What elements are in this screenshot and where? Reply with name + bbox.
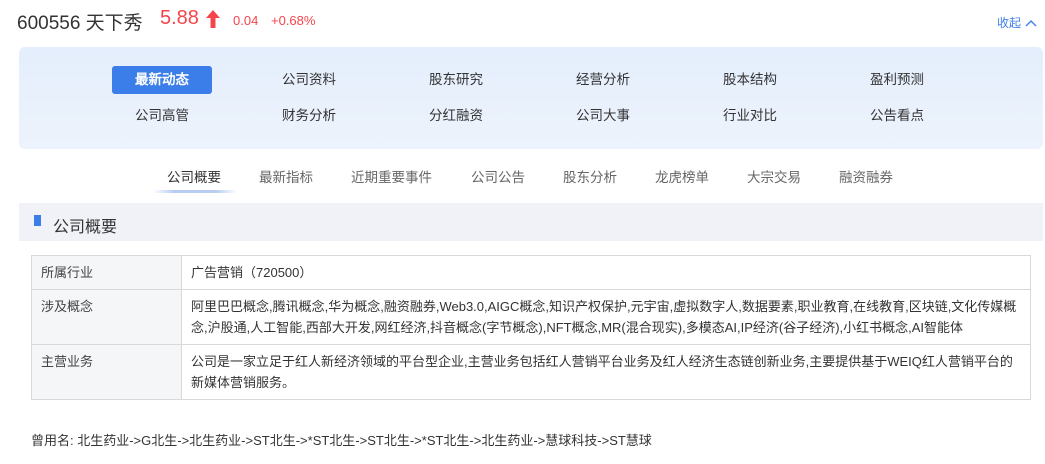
row-value: 公司是一家立足于红人新经济领域的平台型企业,主营业务包括红人营销平台业务及红人经… (181, 344, 1031, 400)
nav-item-executives[interactable]: 公司高管 (112, 102, 212, 130)
sub-tab-bar: 公司概要 最新指标 近期重要事件 公司公告 股东分析 龙虎榜单 大宗交易 融资融… (0, 160, 1045, 194)
stock-header: 600556 天下秀 5.88 0.04 +0.68% 收起 (0, 0, 1045, 42)
module-nav-panel: 最新动态 公司资料 股东研究 经营分析 股本结构 盈利预测 公司高管 财务分析 … (19, 47, 1043, 149)
section-header: 公司概要 (19, 203, 1043, 241)
tab-block-trades[interactable]: 大宗交易 (747, 166, 801, 186)
chevron-up-icon (1025, 19, 1037, 26)
nav-item-latest[interactable]: 最新动态 (112, 66, 212, 94)
tab-company-announcements[interactable]: 公司公告 (471, 166, 525, 186)
nav-item-operation-analysis[interactable]: 经营分析 (553, 66, 653, 94)
nav-item-announcement-highlights[interactable]: 公告看点 (847, 102, 947, 130)
section-marker-icon (34, 215, 41, 226)
nav-item-share-structure[interactable]: 股本结构 (700, 66, 800, 94)
company-overview-section: 公司概要 所属行业 广告营销（720500） 涉及概念 阿里巴巴概念,腾讯概念,… (19, 203, 1043, 464)
collapse-button[interactable]: 收起 (997, 14, 1037, 31)
nav-item-industry-comparison[interactable]: 行业对比 (700, 102, 800, 130)
table-row: 主营业务 公司是一家立足于红人新经济领域的平台型企业,主营业务包括红人营销平台业… (31, 344, 1031, 400)
row-value: 广告营销（720500） (181, 255, 1031, 290)
stock-change: 0.04 (233, 13, 259, 28)
tab-margin-trading[interactable]: 融资融券 (839, 166, 893, 186)
tab-latest-indicators[interactable]: 最新指标 (259, 166, 313, 186)
row-label: 主营业务 (31, 344, 182, 400)
company-info-table: 所属行业 广告营销（720500） 涉及概念 阿里巴巴概念,腾讯概念,华为概念,… (31, 255, 1031, 400)
tab-company-overview[interactable]: 公司概要 (167, 166, 221, 186)
stock-change-pct: +0.68% (271, 13, 316, 28)
tab-dragon-tiger-list[interactable]: 龙虎榜单 (655, 166, 709, 186)
row-label: 所属行业 (31, 255, 182, 290)
nav-item-company-profile[interactable]: 公司资料 (259, 66, 359, 94)
former-names: 曾用名: 北生药业->G北生->北生药业->ST北生->*ST北生->ST北生-… (31, 433, 652, 448)
nav-item-profit-forecast[interactable]: 盈利预测 (847, 66, 947, 94)
collapse-label: 收起 (997, 16, 1022, 30)
section-title: 公司概要 (53, 219, 118, 236)
nav-item-shareholder-research[interactable]: 股东研究 (406, 66, 506, 94)
stock-price: 5.88 (160, 7, 199, 29)
tab-shareholder-analysis[interactable]: 股东分析 (563, 166, 617, 186)
nav-item-major-events[interactable]: 公司大事 (553, 102, 653, 130)
stock-code-name: 600556 天下秀 (17, 13, 143, 34)
active-tab-indicator (153, 190, 237, 193)
nav-item-dividend-financing[interactable]: 分红融资 (406, 102, 506, 130)
arrow-up-icon (206, 10, 220, 28)
table-row: 所属行业 广告营销（720500） (31, 255, 1031, 290)
row-label: 涉及概念 (31, 289, 182, 345)
nav-item-financial-analysis[interactable]: 财务分析 (259, 102, 359, 130)
tab-recent-events[interactable]: 近期重要事件 (351, 166, 432, 186)
row-value: 阿里巴巴概念,腾讯概念,华为概念,融资融券,Web3.0,AIGC概念,知识产权… (181, 289, 1031, 345)
table-row: 涉及概念 阿里巴巴概念,腾讯概念,华为概念,融资融券,Web3.0,AIGC概念… (31, 289, 1031, 345)
